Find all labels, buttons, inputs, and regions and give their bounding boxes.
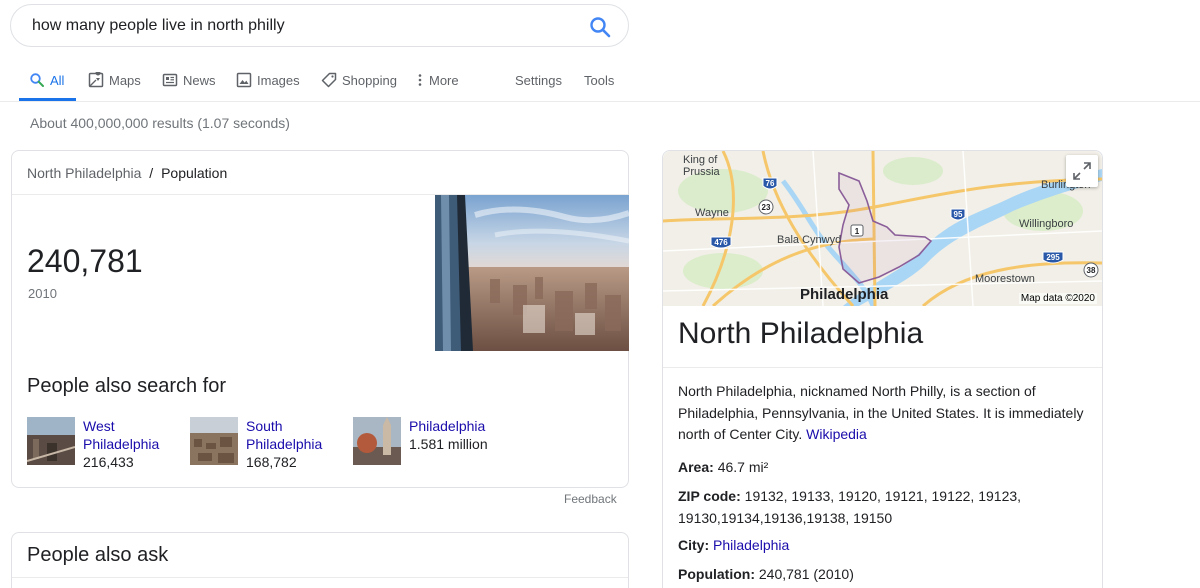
search-tabs: All Maps News Images Shopping More Setti… [0, 64, 1200, 102]
tab-label: Shopping [342, 72, 397, 88]
city-skyline-photo[interactable] [435, 195, 629, 351]
people-also-search-title: People also search for [27, 375, 227, 397]
fact-zip-code: ZIP code: 19132, 19133, 19120, 19121, 19… [678, 486, 1098, 529]
related-place-name[interactable]: Philadelphia [409, 417, 488, 435]
route-23-shield: 23 [758, 199, 774, 215]
svg-text:23: 23 [762, 203, 771, 212]
fact-label: Population: [678, 566, 755, 582]
related-place-population: 168,782 [246, 454, 297, 470]
svg-text:476: 476 [714, 238, 728, 247]
entity-title: North Philadelphia [678, 317, 924, 350]
population-value: 240,781 [27, 243, 143, 279]
tab-all[interactable]: All [29, 71, 64, 89]
map-label: King of [683, 154, 718, 166]
interstate-476-shield: 476 [710, 236, 732, 249]
svg-text:38: 38 [1087, 266, 1096, 275]
divider [663, 367, 1102, 368]
image-icon [236, 72, 252, 88]
fact-label: ZIP code: [678, 488, 741, 504]
related-place-card[interactable]: West Philadelphia 216,433 [27, 417, 159, 471]
tab-shopping[interactable]: Shopping [321, 71, 397, 89]
fact-label: Area: [678, 459, 714, 475]
breadcrumb-topic: Population [161, 165, 228, 181]
location-map[interactable]: King of Prussia Wayne Bala Cynwyd Burlin… [663, 151, 1102, 306]
tab-label: More [429, 72, 459, 88]
map-label: Bala Cynwyd [777, 234, 841, 246]
tag-icon [321, 72, 337, 88]
map-label: Wayne [695, 207, 729, 219]
tab-images[interactable]: Images [236, 71, 300, 89]
fact-population: Population: 240,781 (2010) [678, 564, 1098, 586]
active-tab-indicator [19, 98, 76, 101]
map-label: Willingboro [1019, 218, 1073, 230]
map-attribution: Map data ©2020 [1018, 293, 1097, 304]
interstate-95-shield: 95 [950, 208, 966, 221]
people-also-ask-card: People also ask [11, 532, 629, 588]
settings-button[interactable]: Settings [515, 71, 562, 89]
tab-label: Maps [109, 72, 141, 88]
svg-text:95: 95 [954, 210, 963, 219]
interstate-76-shield: 76 [762, 177, 778, 190]
related-place-population: 1.581 million [409, 436, 488, 452]
knowledge-panel: King of Prussia Wayne Bala Cynwyd Burlin… [662, 150, 1103, 588]
search-icon [29, 72, 45, 88]
fact-value: 46.7 mi² [717, 459, 769, 475]
svg-text:295: 295 [1046, 253, 1060, 262]
news-icon [162, 72, 178, 88]
feedback-link[interactable]: Feedback [564, 492, 617, 506]
more-vert-icon [416, 72, 424, 88]
related-place-card[interactable]: Philadelphia 1.581 million [353, 417, 488, 465]
breadcrumb-place[interactable]: North Philadelphia [27, 165, 141, 181]
map-icon [88, 70, 104, 88]
route-38-shield: 38 [1083, 262, 1099, 278]
search-icon[interactable] [588, 15, 612, 39]
map-label: Prussia [683, 166, 721, 178]
tab-more[interactable]: More [416, 71, 459, 89]
fact-value-link[interactable]: Philadelphia [713, 537, 789, 553]
map-label: Moorestown [975, 273, 1035, 285]
search-input[interactable]: how many people live in north philly [32, 17, 285, 35]
fact-label: City: [678, 537, 710, 553]
related-place-card[interactable]: South Philadelphia 168,782 [190, 417, 322, 471]
people-also-ask-title: People also ask [27, 544, 169, 566]
fact-area: Area: 46.7 mi² [678, 457, 1098, 479]
expand-icon[interactable] [1066, 155, 1098, 187]
related-place-name[interactable]: Philadelphia [83, 435, 159, 453]
fact-city: City: Philadelphia [678, 535, 1098, 557]
south-philadelphia-thumbnail[interactable] [190, 417, 238, 465]
related-place-population: 216,433 [83, 454, 134, 470]
tab-label: News [183, 72, 216, 88]
breadcrumb-separator: / [149, 165, 154, 181]
result-stats: About 400,000,000 results (1.07 seconds) [30, 115, 290, 131]
related-place-name[interactable]: West [83, 417, 159, 435]
svg-text:1: 1 [855, 227, 860, 236]
description-text: North Philadelphia, nicknamed North Phil… [678, 383, 1084, 442]
tools-button[interactable]: Tools [584, 71, 614, 89]
route-1-shield: 1 [850, 224, 864, 237]
tab-label: All [50, 72, 65, 88]
tab-news[interactable]: News [162, 71, 216, 89]
entity-description: North Philadelphia, nicknamed North Phil… [678, 381, 1098, 446]
tab-label: Images [257, 72, 300, 88]
svg-text:76: 76 [766, 179, 775, 188]
population-card: North Philadelphia / Population 240,781 … [11, 150, 629, 488]
population-year: 2010 [28, 286, 57, 301]
breadcrumb: North Philadelphia / Population [27, 165, 227, 181]
wikipedia-link[interactable]: Wikipedia [806, 426, 867, 442]
philadelphia-thumbnail[interactable] [353, 417, 401, 465]
divider [12, 577, 628, 578]
map-label: Philadelphia [800, 286, 889, 303]
fact-value: 240,781 (2010) [758, 566, 854, 582]
west-philadelphia-thumbnail[interactable] [27, 417, 75, 465]
tab-maps[interactable]: Maps [88, 70, 141, 89]
interstate-295-shield: 295 [1042, 251, 1064, 264]
related-place-name[interactable]: Philadelphia [246, 435, 322, 453]
related-place-name[interactable]: South [246, 417, 322, 435]
search-box[interactable]: how many people live in north philly [10, 4, 629, 47]
